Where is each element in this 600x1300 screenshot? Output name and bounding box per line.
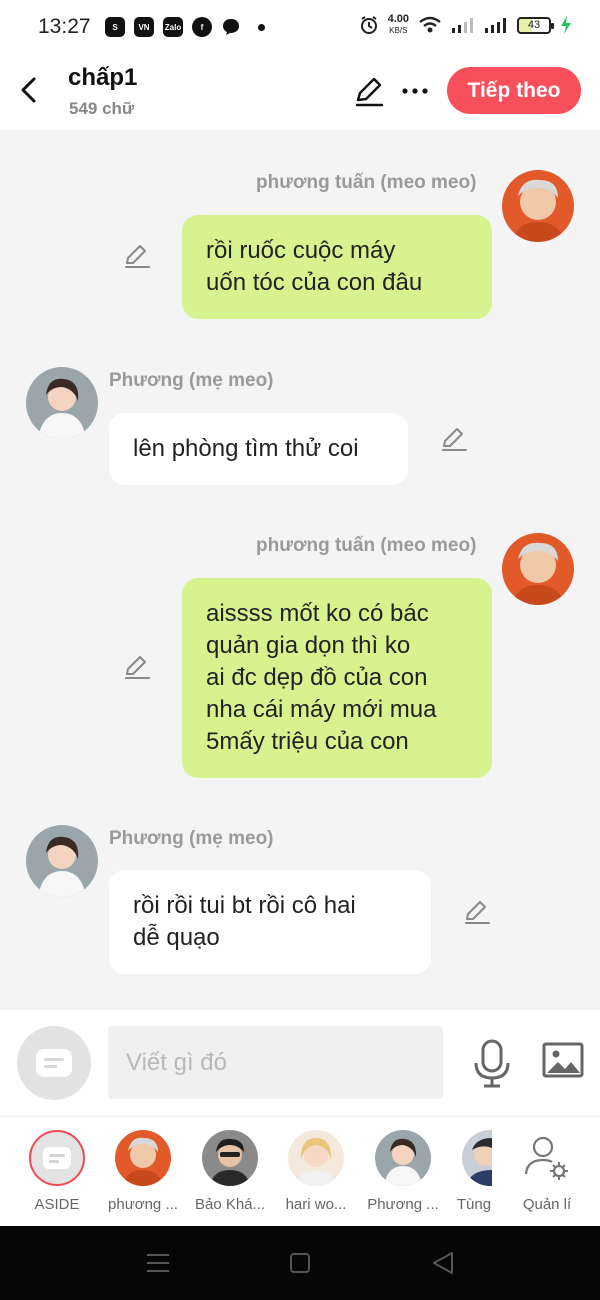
menu-icon bbox=[147, 1254, 169, 1272]
avatar bbox=[462, 1130, 492, 1186]
avatar[interactable] bbox=[502, 170, 574, 242]
character-label: Phương ... bbox=[367, 1196, 439, 1213]
edit-message-button[interactable] bbox=[463, 898, 491, 926]
composer bbox=[0, 1010, 600, 1117]
character-label: Quản lí bbox=[522, 1196, 572, 1213]
facebook-icon: f bbox=[192, 17, 212, 37]
message-bubble[interactable]: aissss mốt ko có bác quản gia dọn thì ko… bbox=[182, 578, 492, 778]
notification-icons: S VN Zalo f bbox=[105, 17, 265, 37]
user-settings-icon bbox=[524, 1136, 568, 1180]
avatar bbox=[115, 1130, 171, 1186]
wifi-icon bbox=[419, 16, 441, 33]
microphone-icon bbox=[474, 1039, 510, 1088]
pencil-icon bbox=[465, 901, 490, 924]
pencil-icon bbox=[442, 428, 467, 451]
manage-characters-button[interactable]: Quản lí bbox=[507, 1128, 587, 1224]
character-list: ASIDE phương ... Bảo Khá... hari wo... P… bbox=[0, 1118, 600, 1226]
avatar-image bbox=[375, 1130, 431, 1186]
avatar[interactable] bbox=[26, 367, 98, 439]
alarm-icon bbox=[360, 16, 377, 34]
pencil-icon bbox=[355, 77, 384, 107]
character-hari-won[interactable]: hari wo... bbox=[276, 1128, 356, 1224]
character-phuong-tuan[interactable]: phương ... bbox=[103, 1128, 183, 1224]
character-aside[interactable]: ASIDE bbox=[17, 1128, 97, 1224]
system-indicators: 4.00 KB/S 43 bbox=[359, 14, 572, 36]
charging-icon bbox=[561, 16, 571, 34]
home-square-icon bbox=[290, 1253, 310, 1273]
chat-bubble-icon bbox=[43, 1147, 71, 1169]
pencil-icon bbox=[125, 245, 150, 268]
back-button[interactable] bbox=[12, 72, 44, 108]
status-bar: 13:27 S VN Zalo f 4.00 KB/S 43 bbox=[0, 0, 600, 54]
message-bubble[interactable]: rồi rồi tui bt rồi cô hai dễ quạo bbox=[109, 870, 431, 974]
character-bao-khanh[interactable]: Bảo Khá... bbox=[190, 1128, 270, 1224]
avatar[interactable] bbox=[26, 825, 98, 897]
pencil-icon bbox=[125, 656, 150, 679]
edit-message-button[interactable] bbox=[440, 425, 468, 453]
system-nav-bar bbox=[0, 1226, 600, 1300]
message-sender: Phương (mẹ meo) bbox=[109, 828, 274, 849]
chapter-header: chấp1 549 chữ Tiếp theo bbox=[0, 54, 600, 130]
message-bubble[interactable]: rồi ruốc cuộc máy uốn tóc của con đâu bbox=[182, 215, 492, 319]
edit-message-button[interactable] bbox=[123, 242, 151, 270]
voice-button[interactable] bbox=[472, 1038, 512, 1090]
avatar-image bbox=[502, 170, 574, 242]
chat-bubble-icon bbox=[36, 1049, 72, 1077]
aside-toggle-button[interactable] bbox=[17, 1026, 91, 1100]
back-triangle-icon bbox=[433, 1252, 453, 1274]
battery-indicator: 43 bbox=[517, 16, 554, 34]
signal-icon-2 bbox=[485, 18, 506, 33]
avatar-image bbox=[202, 1130, 258, 1186]
chapter-title: chấp1 bbox=[68, 64, 138, 91]
more-horizontal-icon bbox=[402, 88, 428, 94]
next-button[interactable]: Tiếp theo bbox=[447, 67, 581, 114]
back-nav-button[interactable] bbox=[428, 1248, 458, 1278]
message-sender: phương tuấn (meo meo) bbox=[256, 172, 477, 193]
character-phuong[interactable]: Phương ... bbox=[363, 1128, 443, 1224]
zalo-icon: Zalo bbox=[163, 17, 183, 37]
messenger-icon bbox=[223, 19, 239, 35]
avatar-image bbox=[115, 1130, 171, 1186]
avatar-image bbox=[502, 533, 574, 605]
shopee-icon: S bbox=[105, 17, 125, 37]
network-speed-unit: KB/S bbox=[389, 26, 408, 35]
image-button[interactable] bbox=[541, 1040, 585, 1082]
more-notifications-dot bbox=[258, 23, 265, 31]
word-count: 549 chữ bbox=[69, 99, 135, 118]
message-sender: phương tuấn (meo meo) bbox=[256, 535, 477, 556]
avatar[interactable] bbox=[502, 533, 574, 605]
avatar bbox=[288, 1130, 344, 1186]
more-options-button[interactable] bbox=[398, 74, 432, 108]
vn-app-icon: VN bbox=[134, 17, 154, 37]
edit-title-button[interactable] bbox=[352, 74, 386, 108]
character-label: phương ... bbox=[108, 1196, 178, 1213]
character-label: Bảo Khá... bbox=[194, 1196, 266, 1213]
network-speed-value: 4.00 bbox=[387, 13, 409, 25]
avatar bbox=[202, 1130, 258, 1186]
avatar bbox=[375, 1130, 431, 1186]
avatar-image bbox=[26, 367, 98, 439]
character-tung[interactable]: Tùng bbox=[434, 1128, 514, 1224]
avatar-image bbox=[462, 1130, 492, 1186]
message-bubble[interactable]: lên phòng tìm thử coi bbox=[109, 413, 408, 485]
avatar-image bbox=[288, 1130, 344, 1186]
signal-icon-1 bbox=[452, 18, 473, 33]
character-label: ASIDE bbox=[34, 1196, 80, 1213]
edit-message-button[interactable] bbox=[123, 653, 151, 681]
image-icon bbox=[542, 1042, 584, 1078]
chat-area[interactable]: phương tuấn (meo meo) rồi ruốc cuộc máy … bbox=[0, 130, 600, 1010]
manage-avatar bbox=[519, 1130, 575, 1186]
recent-apps-button[interactable] bbox=[143, 1248, 173, 1278]
character-label: hari wo... bbox=[285, 1196, 347, 1213]
avatar-image bbox=[26, 825, 98, 897]
message-input[interactable] bbox=[108, 1026, 443, 1099]
message-sender: Phương (mẹ meo) bbox=[109, 370, 274, 391]
character-label: Tùng bbox=[456, 1196, 492, 1213]
home-button[interactable] bbox=[285, 1248, 315, 1278]
status-time: 13:27 bbox=[38, 15, 91, 38]
network-speed: 4.00 KB/S bbox=[388, 14, 409, 36]
aside-avatar bbox=[29, 1130, 85, 1186]
chevron-left-icon bbox=[21, 77, 36, 103]
